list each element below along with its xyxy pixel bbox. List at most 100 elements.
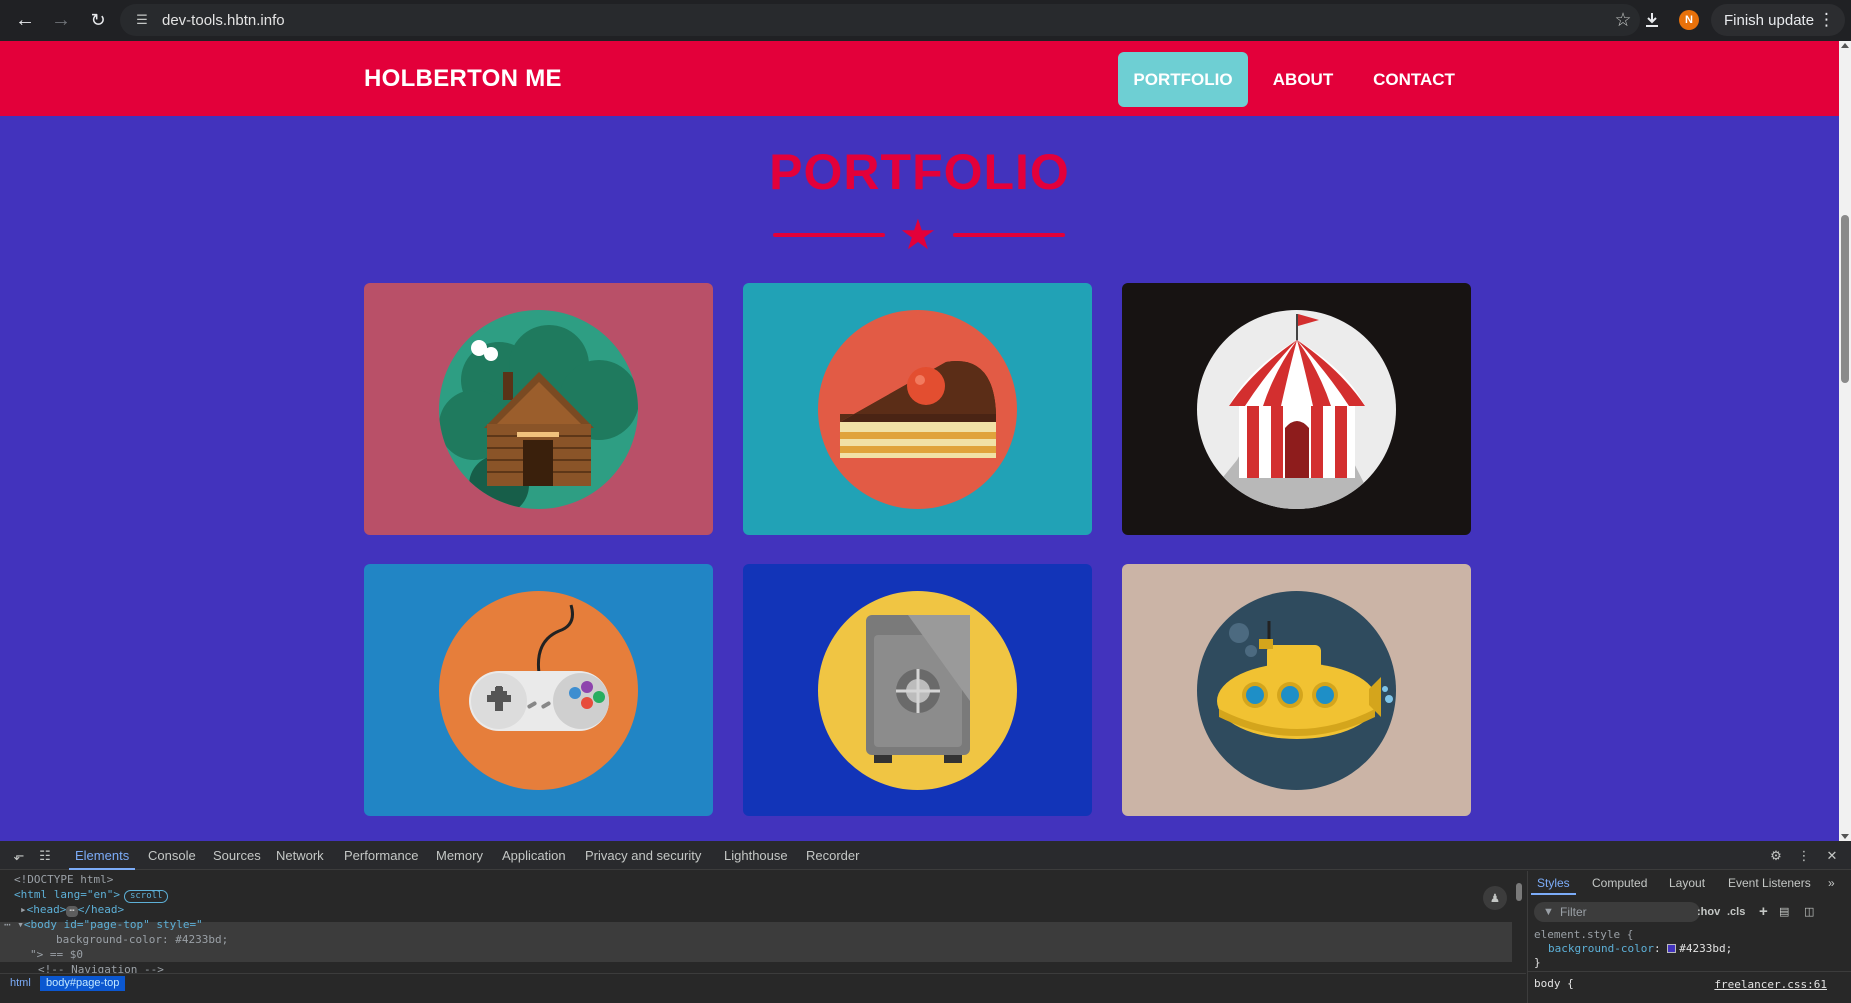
game-controller-icon xyxy=(439,591,638,790)
dom-ellipsis[interactable]: ⋯ xyxy=(66,906,78,917)
breadcrumb-body[interactable]: body#page-top xyxy=(40,976,126,991)
star-icon: ★ xyxy=(899,211,937,258)
bookmark-star-icon[interactable]: ☆ xyxy=(1610,7,1636,33)
finish-update-label: Finish update xyxy=(1724,11,1815,29)
hov-toggle[interactable]: :hov xyxy=(1697,902,1720,922)
dom-head-close: </head> xyxy=(77,903,125,916)
tab-performance[interactable]: Performance xyxy=(344,841,418,870)
circus-tent-icon xyxy=(1197,310,1396,509)
portfolio-item-safe[interactable] xyxy=(743,564,1092,816)
site-settings-icon[interactable]: ☰ xyxy=(132,10,152,30)
element-style-close: } xyxy=(1534,956,1541,969)
portfolio-item-cabin[interactable] xyxy=(364,283,713,535)
dom-tree[interactable]: <!DOCTYPE html> <html lang="en"> scroll ▸… xyxy=(0,871,1526,1003)
back-arrow-icon[interactable]: ← xyxy=(8,3,42,37)
dom-body-node[interactable]: ⋯ ▾<body id="page-top" style=" xyxy=(4,918,203,932)
dom-body-close: "> == $0 xyxy=(30,948,83,961)
body-rule-selector: body { xyxy=(1534,977,1574,990)
breadcrumb-html[interactable]: html xyxy=(4,976,37,991)
page-scrollbar[interactable] xyxy=(1839,41,1851,841)
filter-placeholder: Filter xyxy=(1560,905,1587,919)
element-style-declaration[interactable]: background-color: #4233bd; xyxy=(1548,942,1732,956)
reload-icon[interactable]: ↻ xyxy=(81,3,115,37)
close-devtools-icon[interactable]: ✕ xyxy=(1822,846,1842,866)
site-brand[interactable]: HOLBERTON ME xyxy=(364,65,562,93)
forward-arrow-icon[interactable]: → xyxy=(44,3,78,37)
tab-network[interactable]: Network xyxy=(276,841,324,870)
finish-update-button[interactable]: Finish update ⋮ xyxy=(1711,4,1845,36)
inspect-element-icon[interactable]: ⬐ xyxy=(9,846,29,866)
tab-layout[interactable]: Layout xyxy=(1669,871,1705,895)
dom-doctype[interactable]: <!DOCTYPE html> xyxy=(14,873,113,887)
page-scrollbar-thumb[interactable] xyxy=(1841,215,1849,383)
expand-triangle-icon[interactable]: ▸ xyxy=(20,903,27,916)
kebab-menu-icon[interactable]: ⋮ xyxy=(1818,10,1835,30)
portfolio-item-game[interactable] xyxy=(364,564,713,816)
page-viewport: HOLBERTON ME PORTFOLIO ABOUT CONTACT POR… xyxy=(0,41,1839,841)
dom-body-style[interactable]: background-color: #4233bd; xyxy=(56,933,228,947)
css-property-value[interactable]: #4233bd; xyxy=(1679,942,1732,955)
tab-privacy-security[interactable]: Privacy and security xyxy=(585,841,701,870)
new-rule-icon[interactable]: + xyxy=(1759,902,1768,922)
portfolio-item-submarine[interactable] xyxy=(1122,564,1471,816)
sidebar-toggle-icon[interactable]: ◫ xyxy=(1804,902,1814,922)
filter-funnel-icon: ▼ xyxy=(1543,906,1554,918)
breadcrumb: html body#page-top xyxy=(0,973,1526,992)
dom-html-tag: <html lang="en"> xyxy=(14,888,120,901)
dom-body-open: <body id="page-top" style=" xyxy=(23,918,203,931)
tab-computed[interactable]: Computed xyxy=(1592,871,1647,895)
device-toolbar-icon[interactable]: ☷ xyxy=(35,846,55,866)
rule-divider xyxy=(1528,971,1851,972)
css-property-name[interactable]: background-color xyxy=(1548,942,1654,955)
styles-pane: Styles Computed Layout Event Listeners »… xyxy=(1527,871,1851,1003)
address-bar[interactable]: ☰ dev-tools.hbtn.info ☆ xyxy=(120,4,1640,36)
nav-portfolio[interactable]: PORTFOLIO xyxy=(1118,52,1248,107)
tab-recorder[interactable]: Recorder xyxy=(806,841,859,870)
tab-elements[interactable]: Elements xyxy=(68,841,136,870)
more-tabs-icon[interactable]: » xyxy=(1828,871,1835,895)
dom-scrollbar[interactable] xyxy=(1512,871,1526,975)
divider-line-left xyxy=(773,233,885,237)
safe-icon xyxy=(818,591,1017,790)
divider-line-right xyxy=(953,233,1065,237)
devtools-tabbar: ⬐ ☷ Elements Console Sources Network Per… xyxy=(0,841,1851,870)
cake-icon xyxy=(818,310,1017,509)
submarine-icon xyxy=(1197,591,1396,790)
scroll-up-icon[interactable] xyxy=(1841,43,1849,48)
site-navbar: HOLBERTON ME PORTFOLIO ABOUT CONTACT xyxy=(0,41,1839,116)
tab-console[interactable]: Console xyxy=(148,841,196,870)
portfolio-item-circus[interactable] xyxy=(1122,283,1471,535)
cls-toggle[interactable]: .cls xyxy=(1727,902,1745,922)
cabin-icon xyxy=(439,310,638,509)
tab-sources[interactable]: Sources xyxy=(213,841,261,870)
tab-memory[interactable]: Memory xyxy=(436,841,483,870)
node-ellipsis-icon[interactable]: ⋯ xyxy=(4,918,17,931)
tab-application[interactable]: Application xyxy=(502,841,566,870)
dom-scrollbar-thumb[interactable] xyxy=(1516,883,1522,901)
browser-toolbar: ← → ↻ ☰ dev-tools.hbtn.info ☆ N Finish u… xyxy=(0,0,1851,41)
collapse-triangle-icon[interactable]: ▾ xyxy=(17,918,24,931)
settings-gear-icon[interactable]: ⚙ xyxy=(1766,846,1786,866)
dom-head-node[interactable]: ▸<head> ⋯ </head> xyxy=(20,903,124,917)
stylesheet-link[interactable]: freelancer.css:61 xyxy=(1714,978,1827,991)
nav-contact[interactable]: CONTACT xyxy=(1364,52,1464,107)
section-title: PORTFOLIO xyxy=(769,144,1070,200)
download-icon[interactable] xyxy=(1636,4,1668,36)
tab-lighthouse[interactable]: Lighthouse xyxy=(724,841,788,870)
styles-filter-input[interactable]: ▼ Filter xyxy=(1534,902,1700,922)
devtools-menu-icon[interactable]: ⋮ xyxy=(1794,846,1814,866)
tab-styles[interactable]: Styles xyxy=(1531,871,1576,895)
url-text[interactable]: dev-tools.hbtn.info xyxy=(162,12,285,29)
dom-head-open: <head> xyxy=(26,903,67,916)
accessibility-icon[interactable]: ♟ xyxy=(1483,886,1507,910)
scroll-badge[interactable]: scroll xyxy=(123,890,169,903)
nav-about[interactable]: ABOUT xyxy=(1264,52,1342,107)
tab-event-listeners[interactable]: Event Listeners xyxy=(1728,871,1811,895)
profile-avatar[interactable]: N xyxy=(1679,10,1699,30)
paint-icon[interactable]: ▤ xyxy=(1779,902,1789,922)
dom-html-node[interactable]: <html lang="en"> scroll xyxy=(14,888,169,903)
scroll-down-icon[interactable] xyxy=(1841,834,1849,839)
portfolio-item-cake[interactable] xyxy=(743,283,1092,535)
color-swatch[interactable] xyxy=(1667,944,1677,953)
element-style-label: element.style { xyxy=(1534,928,1634,941)
